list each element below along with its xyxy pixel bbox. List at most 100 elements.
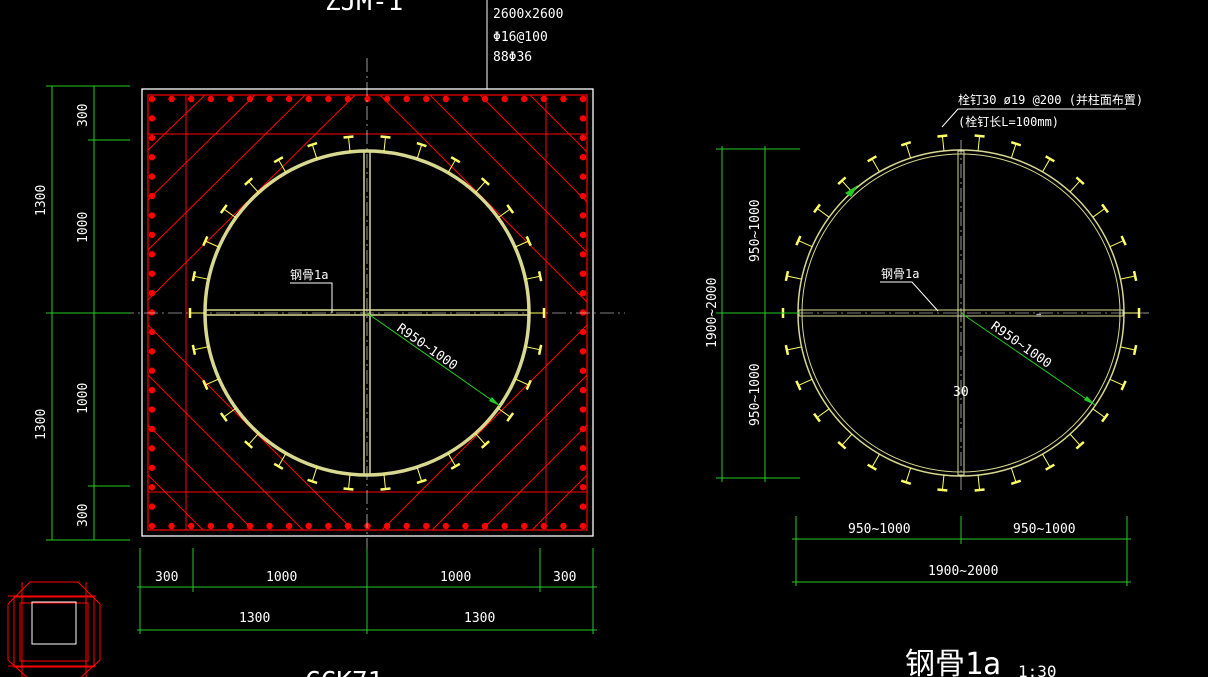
rebar-dot bbox=[579, 192, 587, 200]
dim-right-v-outer: 1900~2000 bbox=[705, 278, 720, 348]
dim-right-v-inner-1: 950~1000 bbox=[748, 199, 763, 262]
stud-head bbox=[450, 462, 461, 470]
rebar-dot bbox=[148, 270, 156, 277]
left-column-section: ZJM-1 钢骨1a R950~1000 2600x2600 Φ16@100 8… bbox=[34, 0, 625, 677]
stud-shank bbox=[497, 208, 511, 219]
rebar-dot bbox=[579, 367, 587, 374]
rebar-dot bbox=[148, 386, 156, 394]
stud-head bbox=[1045, 463, 1055, 471]
rebar-dot bbox=[579, 309, 587, 316]
stud-shank bbox=[311, 144, 318, 160]
stud-shank bbox=[383, 136, 386, 152]
stud-head bbox=[813, 412, 821, 423]
stud-shank bbox=[1069, 433, 1081, 446]
stud-head bbox=[867, 155, 877, 163]
rebar-dot bbox=[423, 522, 430, 530]
rebar-dot bbox=[403, 522, 410, 530]
rebar-dot bbox=[148, 328, 156, 336]
rebar-dot bbox=[148, 406, 156, 413]
dim-left-v-inner-4: 300 bbox=[76, 504, 91, 527]
rebar-dot bbox=[579, 386, 587, 394]
steel-web-h bbox=[204, 309, 530, 316]
rebar-dot bbox=[579, 270, 587, 277]
rebar-dot bbox=[344, 95, 352, 103]
stud-head bbox=[813, 203, 821, 214]
rebar-dot bbox=[344, 522, 352, 530]
dim-right-v-inner-2: 950~1000 bbox=[748, 363, 763, 426]
stud-shank bbox=[798, 378, 813, 386]
dim-left-v-outer-2: 1300 bbox=[34, 409, 49, 440]
rebar-dot bbox=[148, 154, 156, 161]
rebar-dot bbox=[325, 95, 332, 103]
cad-drawing: ZJM-1 钢骨1a R950~1000 2600x2600 Φ16@100 8… bbox=[7, 0, 1150, 677]
stirrup-outer bbox=[147, 94, 588, 531]
stud-shank bbox=[1042, 453, 1051, 468]
stud-head bbox=[1101, 412, 1109, 423]
rebar-dot bbox=[148, 192, 156, 200]
stud-shank bbox=[348, 474, 351, 490]
rebar-dot bbox=[246, 522, 254, 530]
dim-right-h-outer: 1900~2000 bbox=[928, 564, 998, 579]
stud-shank bbox=[1092, 207, 1106, 218]
stud-shank bbox=[447, 159, 456, 173]
stud-head bbox=[380, 135, 391, 139]
dim-right-h-inner-2: 950~1000 bbox=[1013, 522, 1076, 537]
rebar-dot bbox=[168, 522, 175, 530]
rebar-dot bbox=[579, 212, 587, 219]
stud-head bbox=[1120, 380, 1127, 391]
rebar-dot bbox=[168, 95, 175, 103]
rebar-dot bbox=[579, 483, 587, 491]
rebar-dot bbox=[442, 95, 450, 103]
stud-head bbox=[974, 134, 985, 138]
rebar-dot bbox=[560, 522, 567, 530]
stud-head bbox=[537, 344, 543, 355]
stud-shank bbox=[816, 408, 830, 419]
rebar-dot bbox=[403, 95, 410, 103]
rebar-dot bbox=[462, 95, 469, 103]
stud-shank bbox=[223, 407, 237, 418]
right-steel-detail: 栓钉30 ø19 @200 (并柱面布置) (栓钉长L=100mm) 钢骨1a … bbox=[705, 92, 1150, 677]
stud-head bbox=[202, 235, 209, 247]
stud-shank bbox=[223, 208, 237, 219]
stud-shank bbox=[278, 159, 287, 173]
stud-head bbox=[1120, 235, 1127, 246]
stud-head bbox=[506, 204, 515, 214]
rebar-dot bbox=[540, 95, 548, 103]
rebar-dot bbox=[579, 95, 587, 103]
rebar-dot bbox=[579, 503, 587, 510]
rebar-dot bbox=[579, 231, 587, 239]
dim-left-v-inner-1: 300 bbox=[76, 104, 91, 127]
stud-shank bbox=[977, 135, 981, 151]
rebar-dot bbox=[579, 289, 587, 297]
rebar-dot bbox=[579, 115, 587, 122]
stud-shank bbox=[1069, 180, 1081, 193]
stud-shank bbox=[278, 453, 287, 467]
right-title: 钢骨1a bbox=[905, 647, 1001, 677]
stud-shank bbox=[977, 475, 981, 491]
rebar-dot bbox=[462, 522, 469, 530]
rebar-dot bbox=[148, 522, 156, 530]
stud-shank bbox=[1109, 240, 1124, 248]
dim-left-h-inner-4: 300 bbox=[553, 570, 576, 585]
rebar-dot bbox=[148, 367, 156, 374]
rebar-dot bbox=[579, 464, 587, 471]
dim-left-h-inner-2: 1000 bbox=[266, 570, 297, 585]
stud-head bbox=[795, 380, 802, 391]
column-outline bbox=[141, 88, 594, 537]
rebar-dot bbox=[148, 483, 156, 491]
stud-head bbox=[416, 478, 427, 485]
rebar-dot bbox=[442, 522, 450, 530]
rebar-dot bbox=[579, 406, 587, 413]
rebar-dot bbox=[148, 445, 156, 452]
steel-label-leader bbox=[290, 282, 333, 313]
stud-shank bbox=[905, 143, 912, 159]
stud-head bbox=[1132, 344, 1138, 356]
stud-shank bbox=[786, 275, 802, 280]
rebar-dot bbox=[266, 95, 273, 103]
rebar-dot bbox=[540, 522, 548, 530]
rebar-dot bbox=[187, 95, 195, 103]
rebar-dot bbox=[148, 289, 156, 297]
diagonal-ties bbox=[147, 94, 588, 531]
stud-head bbox=[191, 344, 197, 355]
stud-shank bbox=[1120, 346, 1136, 351]
